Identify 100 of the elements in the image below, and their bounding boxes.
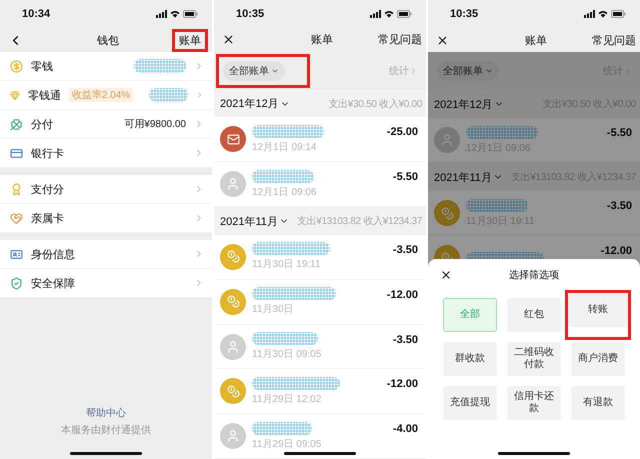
person-icon (226, 429, 240, 444)
transaction-row[interactable]: 11月30日 09:05 -3.50 (214, 324, 426, 370)
battery-icon (183, 10, 198, 18)
row-label: 支付分 (31, 182, 64, 196)
transaction-row[interactable]: 12月1日 09:06 -5.50 (214, 162, 426, 208)
coin-icon (10, 60, 23, 72)
filter-option[interactable]: 商户消费 (571, 342, 625, 376)
caret-icon (485, 67, 493, 75)
coins-icon (440, 206, 454, 220)
chevron-icon (409, 66, 418, 76)
status-time: 10:35 (236, 8, 264, 20)
month-summary: 支出¥13103.82 收入¥1234.37 (296, 214, 422, 228)
filter-option[interactable]: 充值提现 (443, 386, 497, 420)
transaction-amount: -4.00 (392, 423, 418, 436)
filter-dropdown[interactable]: 全部账单 (437, 61, 499, 81)
transaction-amount: -5.50 (606, 127, 632, 139)
gem-icon (10, 88, 20, 102)
shield-icon (10, 276, 23, 290)
yield-badge: 收益率2.04% (68, 88, 134, 102)
transaction-amount: -25.00 (386, 126, 418, 138)
filter-option[interactable]: 信用卡还款 (507, 386, 561, 420)
chevron-icon (623, 66, 632, 76)
coins-icon (226, 384, 240, 398)
filter-option[interactable]: 红包 (507, 298, 561, 332)
transaction-time: 11月29日 09:05 (252, 438, 322, 451)
handshake-icon (10, 212, 23, 224)
wifi-icon (384, 10, 394, 18)
transaction-amount: -12.00 (386, 378, 418, 390)
row-label: 身份信息 (31, 248, 75, 262)
row-label: 安全保障 (31, 276, 75, 290)
filter-option[interactable]: 二维码收付款 (507, 342, 561, 376)
wallet-row[interactable]: 支付分 (0, 175, 212, 204)
envelope-icon (226, 132, 240, 146)
row-value: 可用¥9800.00 (124, 118, 186, 131)
transaction-row[interactable]: 11月30日 -12.00 (214, 280, 426, 325)
wifi-icon (598, 10, 608, 18)
filter-option[interactable]: 有退款 (571, 386, 625, 420)
transaction-amount: -12.00 (600, 245, 632, 257)
transaction-amount: -3.50 (392, 334, 418, 346)
coins-icon (226, 250, 240, 264)
transaction-time: 11月30日 09:05 (252, 348, 322, 361)
close-icon[interactable] (436, 34, 449, 46)
signal-icon (370, 10, 381, 18)
wallet-row[interactable]: 银行卡 (0, 139, 212, 168)
transaction-time: 12月1日 09:06 (252, 186, 318, 199)
row-label: 银行卡 (31, 146, 64, 160)
battery-icon (611, 10, 626, 18)
month-picker[interactable]: 2021年12月 (434, 96, 504, 112)
wallet-row[interactable]: 零钱 (0, 52, 212, 81)
home-indicator (498, 452, 570, 455)
transaction-amount: -5.50 (392, 171, 418, 184)
badge-icon (10, 182, 23, 196)
bill-link[interactable]: 账单 (179, 32, 201, 48)
coins-icon (226, 295, 240, 308)
close-icon[interactable] (222, 33, 235, 46)
wallet-row[interactable]: 亲属卡 (0, 204, 212, 233)
sheet-title: 选择筛选项 (508, 268, 560, 282)
filter-dropdown[interactable]: 全部账单 (223, 60, 285, 81)
month-picker[interactable]: 2021年11月 (434, 170, 503, 184)
home-indicator (284, 452, 356, 455)
status-time: 10:34 (22, 8, 50, 20)
row-label: 零钱 (31, 60, 53, 74)
transaction-amount: -12.00 (386, 288, 418, 301)
row-label: 零钱通 (28, 88, 61, 102)
faq-link[interactable]: 常见问题 (592, 32, 636, 48)
transaction-time: 11月30日 (252, 303, 295, 316)
home-indicator (70, 452, 142, 455)
transaction-row[interactable]: 11月29日 09:05 -4.00 (214, 414, 426, 459)
close-icon[interactable] (440, 269, 452, 281)
chevron-icon (196, 90, 204, 100)
faq-link[interactable]: 常见问题 (378, 32, 422, 48)
person-icon (226, 177, 240, 192)
filter-option[interactable]: 转账 (568, 293, 628, 327)
card-icon (10, 146, 23, 160)
transaction-time: 11月29日 12:02 (252, 392, 322, 406)
transaction-amount: -3.50 (606, 200, 632, 212)
transaction-row[interactable]: 12月1日 09:14 -25.00 (214, 117, 426, 162)
row-label: 亲属卡 (31, 212, 64, 226)
transaction-time: 11月30日 19:11 (252, 258, 322, 272)
wallet-row[interactable]: 零钱通 收益率2.04% (0, 81, 212, 110)
wifi-icon (170, 10, 180, 18)
month-picker[interactable]: 2021年12月 (220, 96, 290, 112)
month-summary: 支出¥30.50 收入¥0.00 (328, 98, 422, 111)
month-picker[interactable]: 2021年11月 (220, 214, 289, 229)
help-link[interactable]: 帮助中心 (86, 406, 126, 420)
filter-option[interactable]: 群收款 (443, 342, 497, 376)
transaction-row[interactable]: 11月30日 19:11 -3.50 (214, 234, 426, 280)
wallet-row[interactable]: 安全保障 (0, 269, 212, 298)
screen-title: 账单 (524, 34, 548, 48)
transaction-row[interactable]: 11月29日 12:02 -12.00 (214, 369, 426, 414)
transaction-amount: -3.50 (392, 244, 418, 256)
row-label: 分付 (31, 118, 53, 132)
wallet-row[interactable]: 身份信息 (0, 240, 212, 269)
status-time: 10:35 (450, 8, 478, 20)
id-card-icon (10, 248, 23, 260)
battery-icon (397, 10, 412, 18)
wallet-row[interactable]: 分付 可用¥9800.00 (0, 110, 212, 139)
screen-title: 账单 (310, 33, 334, 48)
signal-icon (156, 10, 167, 18)
clover-icon (10, 118, 23, 130)
